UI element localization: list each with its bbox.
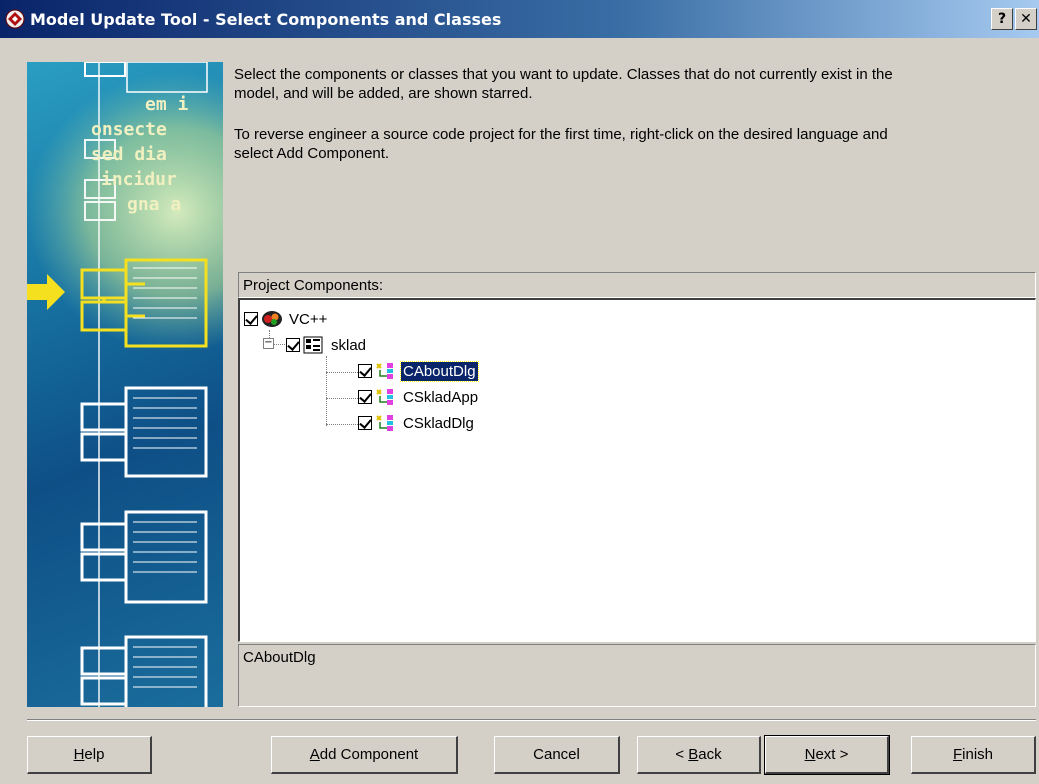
project-icon: [303, 336, 323, 354]
button-label: Cancel: [533, 746, 580, 763]
decorative-code-text: em i onsecte sed dia incidur gna a: [91, 92, 189, 217]
caboutdlg-checkbox[interactable]: [358, 364, 372, 378]
tree-connector: [326, 372, 358, 373]
tree-node-vcpp[interactable]: VC++: [244, 308, 329, 330]
project-components-header: Project Components:: [238, 272, 1036, 298]
app-icon: [5, 9, 25, 29]
cancel-button[interactable]: Cancel: [494, 736, 620, 774]
back-button[interactable]: < Back: [637, 736, 761, 774]
code-line: onsecte: [91, 119, 167, 140]
button-accelerator: F: [952, 746, 963, 763]
tree-node-cskladdlg[interactable]: CSkladDlg: [358, 412, 476, 434]
close-title-button[interactable]: ✕: [1015, 8, 1037, 30]
component-tree[interactable]: − VC++ sklad CAboutDlg CSkladApp CSkladD…: [238, 298, 1036, 642]
instruction-line: Select the components or classes that yo…: [234, 66, 893, 83]
button-label-part: dd Component: [319, 746, 419, 763]
tree-connector: [326, 398, 358, 399]
instruction-line: To reverse engineer a source code projec…: [234, 126, 888, 143]
button-label-part: elp: [84, 746, 105, 763]
tree-node-label: VC++: [289, 310, 328, 328]
language-icon: [262, 311, 282, 327]
cskladdlg-checkbox[interactable]: [358, 416, 372, 430]
tree-node-caboutdlg[interactable]: CAboutDlg: [358, 360, 479, 382]
button-accelerator: B: [688, 746, 699, 763]
tree-node-label: CSkladDlg: [403, 414, 474, 432]
button-label-part: inish: [962, 746, 994, 763]
button-accelerator: A: [309, 746, 320, 763]
collapse-expander[interactable]: −: [263, 338, 274, 349]
class-icon: [376, 363, 393, 379]
help-button[interactable]: Help: [27, 736, 152, 774]
cskladapp-checkbox[interactable]: [358, 390, 372, 404]
wizard-side-image: em i onsecte sed dia incidur gna a: [27, 62, 223, 707]
instruction-line: model, and will be added, are shown star…: [234, 85, 533, 102]
help-title-button[interactable]: ?: [991, 8, 1013, 30]
class-icon: [376, 389, 393, 405]
tree-node-label: sklad: [331, 336, 367, 354]
tree-node-cskladapp[interactable]: CSkladApp: [358, 386, 480, 408]
window-title: Model Update Tool - Select Components an…: [30, 9, 502, 29]
instruction-text-2: To reverse engineer a source code projec…: [234, 125, 1034, 163]
code-line: incidur: [101, 169, 177, 190]
code-line: gna a: [127, 194, 182, 215]
project-components-label: Project Components:: [243, 276, 384, 294]
code-line: sed dia: [91, 144, 167, 165]
tree-node-sklad[interactable]: sklad: [286, 334, 368, 356]
button-label-part: ack: [698, 746, 722, 763]
tree-node-label: CSkladApp: [403, 388, 479, 406]
button-separator: [27, 719, 1036, 721]
sklad-checkbox[interactable]: [286, 338, 300, 352]
instruction-line: select Add Component.: [234, 145, 390, 162]
tree-connector: [326, 356, 327, 426]
code-line: em i: [145, 94, 189, 115]
selection-description-panel: CAboutDlg: [238, 644, 1036, 707]
selection-description-text: CAboutDlg: [243, 649, 316, 666]
next-button[interactable]: Next >: [764, 735, 890, 775]
instruction-text-1: Select the components or classes that yo…: [234, 65, 1034, 103]
tree-connector: [326, 424, 358, 425]
add-component-button[interactable]: Add Component: [271, 736, 458, 774]
finish-button[interactable]: Finish: [911, 736, 1036, 774]
button-accelerator: N: [804, 746, 816, 763]
button-label-part: ext >: [815, 746, 849, 763]
tree-node-label: CAboutDlg: [400, 360, 479, 382]
class-icon: [376, 415, 393, 431]
vcpp-checkbox[interactable]: [244, 312, 258, 326]
title-bar: Model Update Tool - Select Components an…: [0, 0, 1039, 38]
button-accelerator: H: [73, 746, 85, 763]
button-label-part: <: [675, 746, 689, 763]
